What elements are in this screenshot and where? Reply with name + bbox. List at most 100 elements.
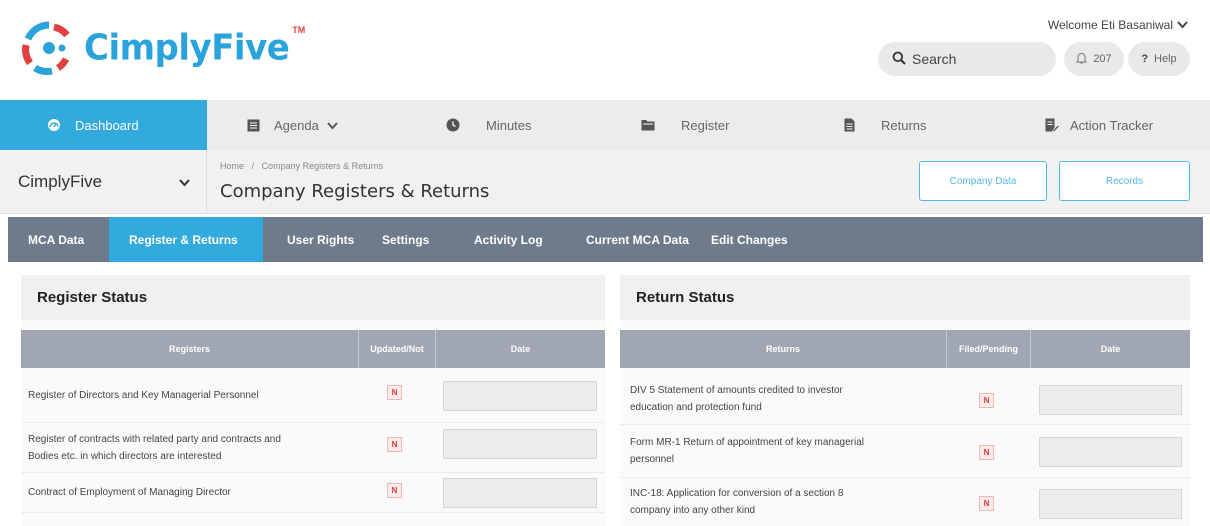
table-header: Returns Filed/Pending Date — [620, 330, 1190, 368]
register-name-line: Register of contracts with related party… — [28, 433, 281, 445]
register-name: Register of contracts with related party… — [21, 431, 281, 465]
breadcrumb-separator: / — [251, 161, 255, 171]
register-status-panel: Register Status Registers Updated/Not Da… — [21, 275, 605, 526]
nav-item-agenda[interactable]: Agenda — [207, 100, 415, 150]
table-row: Register of contracts with related party… — [21, 423, 605, 473]
nav-label: Minutes — [486, 117, 532, 133]
nav-label: Register — [681, 117, 730, 133]
breadcrumb: Home / Company Registers & Returns — [220, 161, 383, 171]
breadcrumb-home[interactable]: Home — [220, 161, 244, 171]
return-name-line: company into any other kind — [630, 505, 756, 516]
tab-settings[interactable]: Settings — [362, 217, 453, 262]
status-badge: N — [387, 437, 402, 452]
return-name: INC-18: Application for conversion of a … — [620, 485, 843, 519]
return-name-line: Form MR-1 Return of appointment of key m… — [630, 437, 864, 448]
notifications-button[interactable]: 207 — [1064, 42, 1124, 76]
task-edit-icon — [1045, 118, 1060, 132]
tab-mca-data[interactable]: MCA Data — [8, 217, 109, 262]
search-input[interactable] — [912, 51, 1042, 67]
date-field[interactable] — [1039, 437, 1182, 467]
panel-title: Return Status — [620, 275, 1190, 320]
user-menu[interactable]: Welcome Eti Basaniwal — [1048, 18, 1188, 32]
bell-icon — [1076, 52, 1088, 67]
return-name: Form MR-1 Return of appointment of key m… — [620, 434, 864, 468]
section-tabs: MCA Data Register & Returns User Rights … — [8, 217, 1203, 262]
nav-item-action-tracker[interactable]: Action Tracker — [1007, 100, 1210, 150]
company-selector[interactable]: CimplyFive — [0, 150, 207, 214]
column-header: Updated/Not — [359, 330, 436, 368]
document-icon — [844, 118, 855, 132]
brand-logo[interactable]: CimplyFive TM — [20, 18, 305, 78]
table-row: Contract of Employment of Managing Direc… — [21, 473, 605, 513]
register-name-line: Register of Directors and Key Managerial… — [28, 389, 259, 401]
return-name-line: education and protection fund — [630, 402, 762, 413]
tab-activity-log[interactable]: Activity Log — [453, 217, 564, 262]
help-button[interactable]: ? Help — [1128, 42, 1190, 76]
nav-label: Dashboard — [75, 117, 139, 133]
status-badge: N — [387, 385, 402, 400]
notifications-count: 207 — [1093, 53, 1112, 65]
logo-text: CimplyFive — [84, 27, 290, 69]
table-row: DIV 5 Statement of amounts credited to i… — [620, 374, 1190, 425]
company-data-button[interactable]: Company Data — [919, 161, 1047, 201]
column-header: Registers — [21, 330, 359, 368]
table-header: Registers Updated/Not Date — [21, 330, 605, 368]
breadcrumb-current: Company Registers & Returns — [261, 161, 384, 171]
register-name: Contract of Employment of Managing Direc… — [21, 484, 231, 501]
date-field[interactable] — [443, 429, 597, 459]
table-row: Register of Directors and Key Managerial… — [21, 368, 605, 423]
logo-trademark: TM — [292, 25, 306, 35]
column-header: Filed/Pending — [947, 330, 1031, 368]
page-title: Company Registers & Returns — [220, 181, 490, 202]
logo-mark-icon — [20, 19, 78, 77]
app-header: CimplyFive TM Welcome Eti Basaniwal 207 … — [0, 0, 1210, 100]
chevron-down-icon — [327, 118, 338, 133]
status-badge: N — [979, 393, 994, 408]
search-box[interactable] — [878, 42, 1056, 76]
tab-current-mca-data[interactable]: Current MCA Data — [564, 217, 709, 262]
status-badge: N — [979, 445, 994, 460]
chevron-down-icon — [1177, 18, 1188, 32]
tab-register-returns[interactable]: Register & Returns — [109, 217, 263, 262]
folder-icon — [641, 119, 655, 131]
dashboard-gauge-icon — [47, 118, 61, 132]
nav-item-register[interactable]: Register — [611, 100, 809, 150]
nav-item-dashboard[interactable]: Dashboard — [0, 100, 207, 150]
column-header: Returns — [620, 330, 947, 368]
date-field[interactable] — [443, 381, 597, 411]
return-name-line: personnel — [630, 454, 674, 465]
help-label: Help — [1154, 53, 1177, 65]
main-nav: Dashboard Agenda Minutes Register Return… — [0, 100, 1210, 150]
column-header: Date — [1100, 344, 1121, 354]
column-header: Date — [510, 344, 531, 354]
status-badge: N — [387, 483, 402, 498]
date-field[interactable] — [1039, 385, 1182, 415]
search-icon — [892, 51, 906, 68]
nav-item-minutes[interactable]: Minutes — [415, 100, 611, 150]
return-name-line: INC-18: Application for conversion of a … — [630, 488, 844, 499]
panel-title: Register Status — [21, 275, 605, 320]
table-row: Form MR-1 Return of appointment of key m… — [620, 425, 1190, 478]
date-field[interactable] — [1039, 489, 1182, 519]
register-name: Register of Directors and Key Managerial… — [21, 387, 259, 404]
register-name-line: Contract of Employment of Managing Direc… — [28, 487, 231, 498]
status-badge: N — [979, 496, 994, 511]
chevron-down-icon — [179, 172, 190, 192]
list-icon — [247, 119, 260, 132]
return-name: DIV 5 Statement of amounts credited to i… — [620, 382, 843, 416]
tab-user-rights[interactable]: User Rights — [263, 217, 362, 262]
tab-edit-changes[interactable]: Edit Changes — [709, 217, 829, 262]
nav-label: Agenda — [274, 117, 319, 133]
table-row: INC-18: Application for conversion of a … — [620, 478, 1190, 526]
help-icon: ? — [1141, 53, 1149, 65]
company-name: CimplyFive — [18, 172, 103, 191]
welcome-text: Welcome Eti Basaniwal — [1047, 18, 1173, 32]
nav-item-returns[interactable]: Returns — [809, 100, 1007, 150]
date-field[interactable] — [443, 478, 597, 508]
nav-label: Returns — [881, 117, 927, 133]
nav-label: Action Tracker — [1070, 117, 1154, 133]
page-subheader: CimplyFive Home / Company Registers & Re… — [0, 150, 1210, 214]
return-status-panel: Return Status Returns Filed/Pending Date… — [620, 275, 1190, 526]
register-name-line: Bodies etc. in which directors are inter… — [28, 450, 222, 462]
records-button[interactable]: Records — [1059, 161, 1190, 201]
